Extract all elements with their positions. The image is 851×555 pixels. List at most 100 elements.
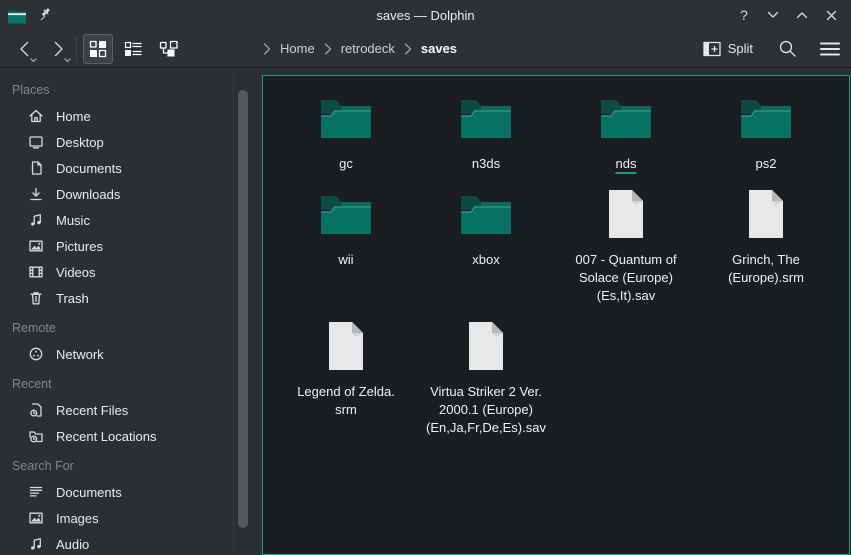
documents-icon — [28, 160, 44, 176]
sidebar-item-label: Trash — [56, 291, 89, 306]
breadcrumb-item-retrodeck[interactable]: retrodeck — [341, 41, 395, 56]
desktop-icon — [28, 134, 44, 150]
text-lines-icon — [28, 484, 44, 500]
sidebar-item-label: Home — [56, 109, 91, 124]
file-item-virtua-striker-2[interactable]: Virtua Striker 2 Ver. 2000.1 (Europe) (E… — [416, 321, 556, 437]
image-icon — [28, 238, 44, 254]
recent-folder-icon — [28, 428, 44, 444]
content-area: Places Home Desktop Documents Downloads — [0, 69, 851, 553]
sidebar-item-label: Desktop — [56, 135, 104, 150]
document-file-icon — [326, 321, 366, 371]
folder-view[interactable]: gc n3ds — [262, 75, 850, 555]
sidebar-item-desktop[interactable]: Desktop — [0, 129, 256, 155]
split-button-label: Split — [728, 41, 753, 56]
downloads-icon — [28, 186, 44, 202]
sidebar-item-label: Network — [56, 347, 104, 362]
forward-history-chevron-down-icon[interactable] — [64, 58, 71, 63]
file-label: n3ds — [472, 155, 500, 173]
breadcrumb-item-home[interactable]: Home — [280, 41, 315, 56]
breadcrumb-item-saves[interactable]: saves — [421, 41, 457, 56]
hamburger-menu-icon[interactable] — [820, 42, 840, 56]
file-item-007-quantum-of-solace[interactable]: 007 - Quantum of Solace (Europe) (Es,It)… — [556, 189, 696, 305]
file-label: nds — [616, 155, 637, 173]
minimize-button[interactable] — [763, 5, 783, 25]
back-history-chevron-down-icon[interactable] — [30, 58, 37, 63]
search-icon[interactable] — [778, 39, 797, 58]
titlebar: saves — Dolphin ? — [0, 0, 851, 30]
sidebar-item-network[interactable]: Network — [0, 341, 256, 367]
film-icon — [28, 264, 44, 280]
trash-icon — [28, 290, 44, 306]
folder-icon — [318, 189, 374, 239]
sidebar-item-label: Recent Files — [56, 403, 128, 418]
folder-item-xbox[interactable]: xbox — [416, 189, 556, 269]
home-icon — [28, 108, 44, 124]
tree-view-button[interactable] — [153, 34, 183, 64]
section-header-remote: Remote — [0, 315, 256, 341]
file-label: wii — [338, 251, 353, 269]
toolbar-separator — [76, 36, 77, 62]
window-title: saves — Dolphin — [0, 8, 851, 23]
file-item-grinch-the-europe[interactable]: Grinch, The (Europe).srm — [696, 189, 836, 287]
toolbar: Home retrodeck saves Split — [0, 30, 851, 68]
folder-icon — [738, 93, 794, 143]
sidebar-item-pictures[interactable]: Pictures — [0, 233, 256, 259]
section-header-search-for: Search For — [0, 453, 256, 479]
folder-item-nds[interactable]: nds — [556, 93, 696, 173]
chevron-right-icon — [263, 43, 271, 55]
forward-button[interactable] — [44, 35, 72, 63]
sidebar-item-label: Documents — [56, 485, 122, 500]
places-panel: Places Home Desktop Documents Downloads — [0, 69, 256, 553]
sidebar-item-search-audio[interactable]: Audio — [0, 531, 256, 553]
folder-item-wii[interactable]: wii — [276, 189, 416, 269]
sidebar-item-recent-locations[interactable]: Recent Locations — [0, 423, 256, 449]
sidebar-item-label: Downloads — [56, 187, 120, 202]
sidebar-item-downloads[interactable]: Downloads — [0, 181, 256, 207]
section-header-recent: Recent — [0, 371, 256, 397]
file-label: Virtua Striker 2 Ver. 2000.1 (Europe) (E… — [426, 383, 546, 437]
chevron-right-icon — [404, 43, 412, 55]
folder-item-n3ds[interactable]: n3ds — [416, 93, 556, 173]
sidebar-item-label: Documents — [56, 161, 122, 176]
sidebar-item-documents[interactable]: Documents — [0, 155, 256, 181]
file-label: gc — [339, 155, 353, 173]
sidebar-item-videos[interactable]: Videos — [0, 259, 256, 285]
sidebar-item-label: Videos — [56, 265, 96, 280]
scrollbar-thumb[interactable] — [238, 90, 248, 528]
document-file-icon — [746, 189, 786, 239]
folder-item-ps2[interactable]: ps2 — [696, 93, 836, 173]
maximize-button[interactable] — [792, 5, 812, 25]
folder-icon — [598, 93, 654, 143]
back-button[interactable] — [10, 35, 38, 63]
sidebar-item-search-documents[interactable]: Documents — [0, 479, 256, 505]
icons-view-button[interactable] — [83, 34, 113, 64]
document-file-icon — [466, 321, 506, 371]
sidebar-item-trash[interactable]: Trash — [0, 285, 256, 311]
music-note-icon — [28, 212, 44, 228]
split-view-icon — [703, 41, 721, 57]
help-button[interactable]: ? — [734, 5, 754, 25]
breadcrumb: Home retrodeck saves — [263, 30, 457, 67]
image-icon — [28, 510, 44, 526]
file-label: Legend of Zelda. srm — [297, 383, 395, 419]
sidebar-item-music[interactable]: Music — [0, 207, 256, 233]
sidebar-item-label: Audio — [56, 537, 89, 552]
sidebar-item-search-images[interactable]: Images — [0, 505, 256, 531]
close-button[interactable] — [821, 5, 841, 25]
file-item-legend-of-zelda[interactable]: Legend of Zelda. srm — [276, 321, 416, 419]
pin-icon[interactable] — [37, 7, 53, 23]
folder-icon — [318, 93, 374, 143]
sidebar-item-label: Pictures — [56, 239, 103, 254]
split-button[interactable]: Split — [703, 41, 753, 57]
file-grid: gc n3ds — [263, 76, 849, 437]
sidebar-item-label: Recent Locations — [56, 429, 156, 444]
music-note-icon — [28, 536, 44, 552]
sidebar-item-home[interactable]: Home — [0, 103, 256, 129]
folder-item-gc[interactable]: gc — [276, 93, 416, 173]
sidebar-item-label: Images — [56, 511, 99, 526]
section-header-places: Places — [0, 77, 256, 103]
sidebar-item-recent-files[interactable]: Recent Files — [0, 397, 256, 423]
details-view-button[interactable] — [118, 34, 148, 64]
folder-icon — [458, 93, 514, 143]
file-label: Grinch, The (Europe).srm — [728, 251, 804, 287]
